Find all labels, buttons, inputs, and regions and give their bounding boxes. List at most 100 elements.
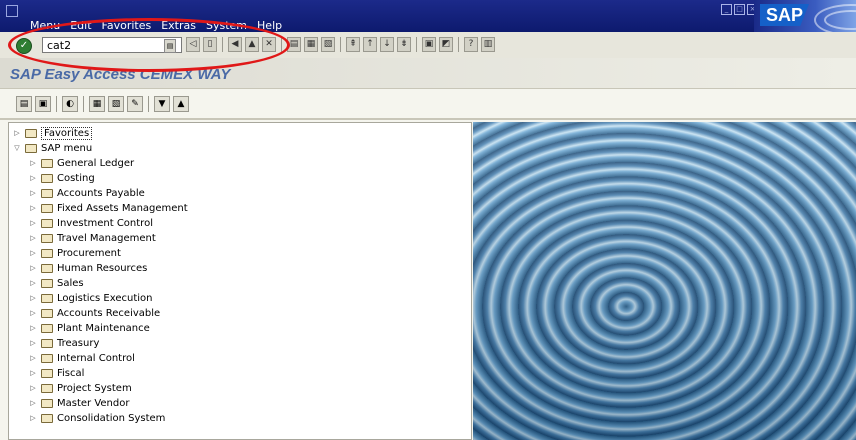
move-up-icon[interactable]: ▲ bbox=[173, 96, 189, 112]
tree-node[interactable]: ▷ Treasury bbox=[29, 336, 99, 350]
maximize-icon[interactable]: □ bbox=[734, 4, 745, 15]
tree-node[interactable]: ▷ Investment Control bbox=[29, 216, 153, 230]
add-favorite-icon[interactable]: ▦ bbox=[89, 96, 105, 112]
save-icon[interactable]: ▯ bbox=[203, 37, 217, 52]
expand-icon[interactable]: ▷ bbox=[29, 294, 37, 302]
user-menu-icon[interactable]: ▤ bbox=[16, 96, 32, 112]
expand-icon[interactable]: ▷ bbox=[29, 174, 37, 182]
find-next-icon[interactable]: ▧ bbox=[321, 37, 335, 52]
command-history-icon[interactable]: ▤ bbox=[164, 39, 176, 53]
tree-label: Travel Management bbox=[57, 232, 156, 244]
tree-node[interactable]: ▷ General Ledger bbox=[29, 156, 134, 170]
delete-favorite-icon[interactable]: ▧ bbox=[108, 96, 124, 112]
tree-node-favorites[interactable]: ▷ Favorites bbox=[13, 126, 93, 140]
tree-node[interactable]: ▷ Human Resources bbox=[29, 261, 147, 275]
cancel-icon[interactable]: ✕ bbox=[262, 37, 276, 52]
tree-label: Logistics Execution bbox=[57, 292, 153, 304]
tree-label: Human Resources bbox=[57, 262, 148, 274]
tree-node[interactable]: ▷ Internal Control bbox=[29, 351, 135, 365]
folder-icon bbox=[41, 308, 53, 318]
menu-system[interactable]: System bbox=[206, 20, 247, 32]
layout-icon[interactable]: ▥ bbox=[481, 37, 495, 52]
folder-icon bbox=[41, 218, 53, 228]
tree-label: Treasury bbox=[57, 337, 100, 349]
folder-icon bbox=[41, 203, 53, 213]
menu-edit[interactable]: Edit bbox=[70, 20, 91, 32]
create-session-icon[interactable]: ▣ bbox=[422, 37, 436, 52]
expand-icon[interactable]: ▷ bbox=[29, 384, 37, 392]
expand-icon[interactable]: ▷ bbox=[29, 189, 37, 197]
collapse-icon[interactable]: ▽ bbox=[13, 144, 21, 152]
tree-label: Sales bbox=[57, 277, 84, 289]
expand-icon[interactable]: ▷ bbox=[29, 159, 37, 167]
tree-node[interactable]: ▷ Costing bbox=[29, 171, 94, 185]
separator bbox=[56, 96, 57, 112]
next-page-icon[interactable]: ↓ bbox=[380, 37, 394, 52]
tree-node[interactable]: ▷ Fixed Assets Management bbox=[29, 201, 188, 215]
divider bbox=[0, 118, 856, 120]
previous-page-icon[interactable]: ↑ bbox=[363, 37, 377, 52]
expand-icon[interactable]: ▷ bbox=[29, 354, 37, 362]
menu-help[interactable]: Help bbox=[257, 20, 282, 32]
separator bbox=[148, 96, 149, 112]
expand-icon[interactable]: ▷ bbox=[29, 339, 37, 347]
folder-icon bbox=[41, 353, 53, 363]
tree-node[interactable]: ▷ Procurement bbox=[29, 246, 121, 260]
expand-icon[interactable]: ▷ bbox=[29, 264, 37, 272]
tree-node[interactable]: ▷ Project System bbox=[29, 381, 131, 395]
last-page-icon[interactable]: ⇟ bbox=[397, 37, 411, 52]
expand-icon[interactable]: ▷ bbox=[29, 369, 37, 377]
tree-node[interactable]: ▷ Travel Management bbox=[29, 231, 156, 245]
find-icon[interactable]: ▦ bbox=[304, 37, 318, 52]
expand-icon[interactable]: ▷ bbox=[29, 279, 37, 287]
back-icon[interactable]: ◀ bbox=[228, 37, 242, 52]
change-favorite-icon[interactable]: ✎ bbox=[127, 96, 143, 112]
folder-icon bbox=[41, 383, 53, 393]
folder-icon bbox=[41, 338, 53, 348]
tree-node-sap-menu[interactable]: ▽ SAP menu bbox=[13, 141, 92, 155]
menu-favorites[interactable]: Favorites bbox=[102, 20, 152, 32]
folder-icon bbox=[25, 128, 37, 138]
menu-menu[interactable]: Menu bbox=[30, 20, 60, 32]
enter-button[interactable]: ✓ bbox=[16, 38, 32, 54]
help-icon[interactable]: ? bbox=[464, 37, 478, 52]
command-field[interactable]: cat2 bbox=[42, 37, 182, 53]
other-menu-icon[interactable]: ◐ bbox=[62, 96, 78, 112]
tree-label: Accounts Receivable bbox=[57, 307, 161, 319]
exit-icon[interactable]: ▲ bbox=[245, 37, 259, 52]
menu-tree: ▷ Favorites ▽ SAP menu ▷ General Ledger ▷… bbox=[8, 122, 472, 440]
first-page-icon[interactable]: ⇞ bbox=[346, 37, 360, 52]
move-down-icon[interactable]: ▼ bbox=[154, 96, 170, 112]
tree-node[interactable]: ▷ Accounts Payable bbox=[29, 186, 145, 200]
expand-icon[interactable]: ▷ bbox=[29, 324, 37, 332]
back-arrow-icon[interactable]: ◁ bbox=[186, 37, 200, 52]
tree-node[interactable]: ▷ Fiscal bbox=[29, 366, 84, 380]
print-icon[interactable]: ▤ bbox=[287, 37, 301, 52]
expand-icon[interactable]: ▷ bbox=[29, 249, 37, 257]
expand-icon[interactable]: ▷ bbox=[29, 309, 37, 317]
tree-node[interactable]: ▷ Accounts Receivable bbox=[29, 306, 160, 320]
tree-node[interactable]: ▷ Plant Maintenance bbox=[29, 321, 149, 335]
expand-icon[interactable]: ▷ bbox=[29, 219, 37, 227]
tree-node[interactable]: ▷ Logistics Execution bbox=[29, 291, 153, 305]
expand-icon[interactable]: ▷ bbox=[13, 129, 21, 137]
tree-node[interactable]: ▷ Sales bbox=[29, 276, 84, 290]
application-toolbar: ▤ ▣ ◐ ▦ ▧ ✎ ▼ ▲ bbox=[16, 96, 189, 112]
sap-menu-icon[interactable]: ▣ bbox=[35, 96, 51, 112]
tree-node[interactable]: ▷ Master Vendor bbox=[29, 396, 129, 410]
menu-extras[interactable]: Extras bbox=[161, 20, 196, 32]
expand-icon[interactable]: ▷ bbox=[29, 234, 37, 242]
tree-node[interactable]: ▷ Consolidation System bbox=[29, 411, 165, 425]
tree-label: Fixed Assets Management bbox=[57, 202, 188, 214]
shortcut-icon[interactable]: ◩ bbox=[439, 37, 453, 52]
folder-icon bbox=[41, 158, 53, 168]
folder-icon bbox=[41, 413, 53, 423]
expand-icon[interactable]: ▷ bbox=[29, 204, 37, 212]
expand-icon[interactable]: ▷ bbox=[29, 399, 37, 407]
tree-label: Investment Control bbox=[57, 217, 153, 229]
minimize-icon[interactable]: _ bbox=[721, 4, 732, 15]
folder-icon bbox=[41, 233, 53, 243]
window-icon[interactable] bbox=[6, 5, 18, 17]
expand-icon[interactable]: ▷ bbox=[29, 414, 37, 422]
page-title: SAP Easy Access CEMEX WAY bbox=[10, 66, 231, 83]
